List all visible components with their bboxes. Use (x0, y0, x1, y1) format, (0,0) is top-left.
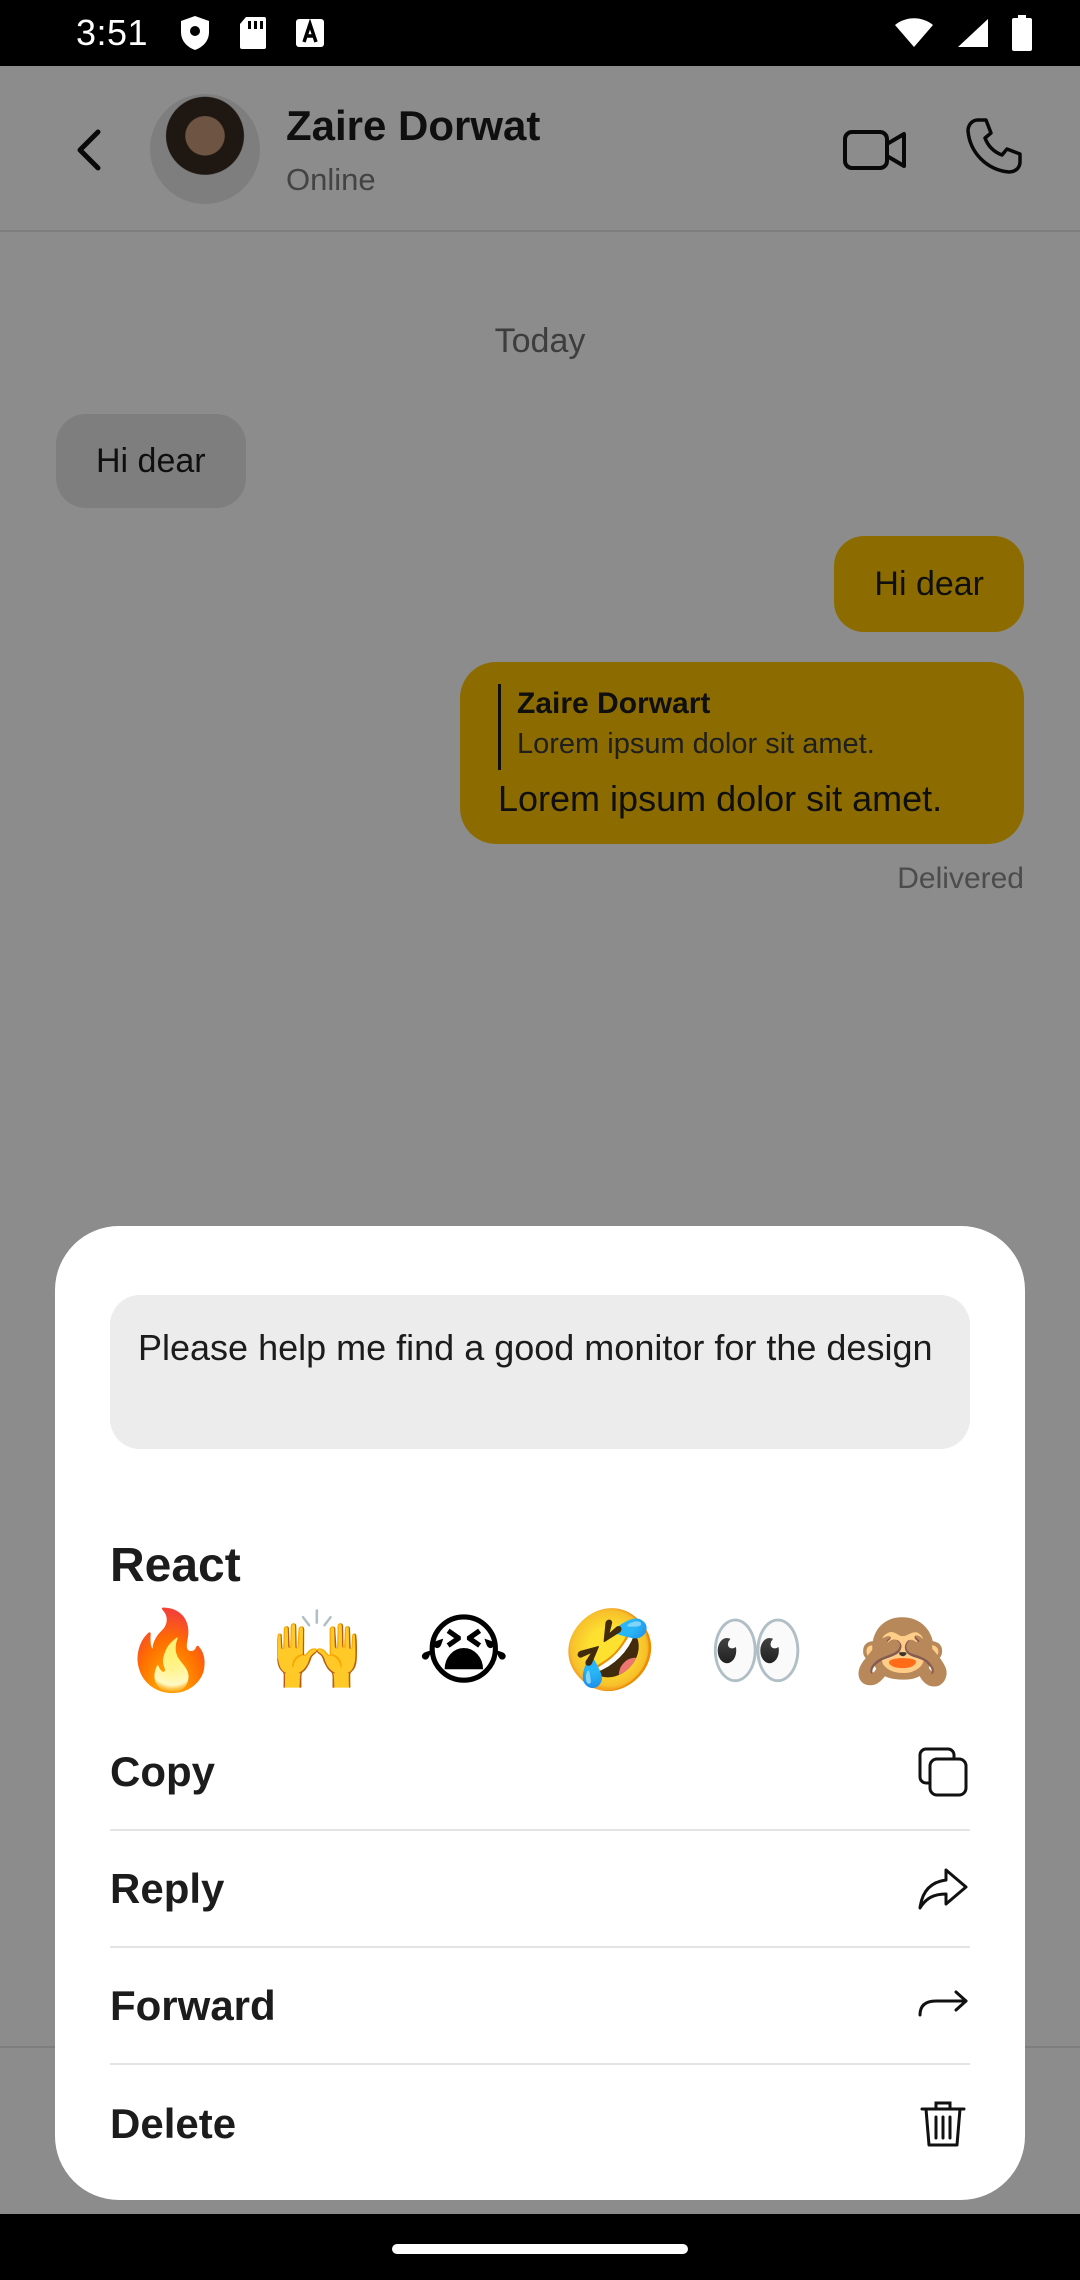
forward-action[interactable]: Forward (110, 1948, 970, 2065)
forward-label: Forward (110, 1981, 276, 2029)
wifi-icon (895, 18, 933, 47)
react-heading: React (110, 1539, 241, 1592)
copy-label: Copy (110, 1747, 215, 1795)
actions-menu: Copy Reply Forward Delete (110, 1714, 970, 2182)
reaction-see-no-evil-monkey[interactable]: 🙈 (848, 1600, 958, 1700)
trash-icon (920, 2101, 966, 2146)
navigation-bar (0, 2214, 1080, 2280)
signal-icon (958, 19, 988, 47)
copy-icon (918, 1747, 968, 1796)
reaction-crying[interactable]: 😭 (409, 1600, 519, 1700)
status-left-icons (178, 14, 326, 52)
status-right-icons (894, 15, 1032, 51)
forward-icon (918, 1990, 968, 2016)
reaction-fire[interactable]: 🔥 (116, 1600, 226, 1700)
sd-card-icon (240, 17, 267, 49)
status-time: 3:51 (76, 12, 149, 53)
delete-label: Delete (110, 2099, 237, 2147)
selected-message-preview: Please help me find a good monitor for t… (110, 1295, 970, 1449)
copy-action[interactable]: Copy (110, 1714, 970, 1831)
shield-icon (181, 16, 210, 50)
reply-label: Reply (110, 1864, 225, 1912)
reply-icon (918, 1868, 968, 1909)
status-bar: 3:51 (0, 0, 1080, 66)
reply-action[interactable]: Reply (110, 1831, 970, 1948)
reaction-eyes[interactable]: 👀 (702, 1600, 812, 1700)
screen: 3:51 Zaire Dorwat Online Today Hi dear H… (0, 0, 1080, 2280)
battery-icon (1012, 15, 1032, 51)
home-indicator[interactable] (392, 2244, 688, 2254)
reaction-row: 🔥 🙌 😭 🤣 👀 🙈 (110, 1600, 970, 1700)
delete-action[interactable]: Delete (110, 2065, 970, 2182)
message-actions-sheet: Please help me find a good monitor for t… (55, 1226, 1025, 2200)
font-a-icon (296, 18, 325, 47)
reaction-raising-hands[interactable]: 🙌 (262, 1600, 372, 1700)
reaction-rofl[interactable]: 🤣 (555, 1600, 665, 1700)
